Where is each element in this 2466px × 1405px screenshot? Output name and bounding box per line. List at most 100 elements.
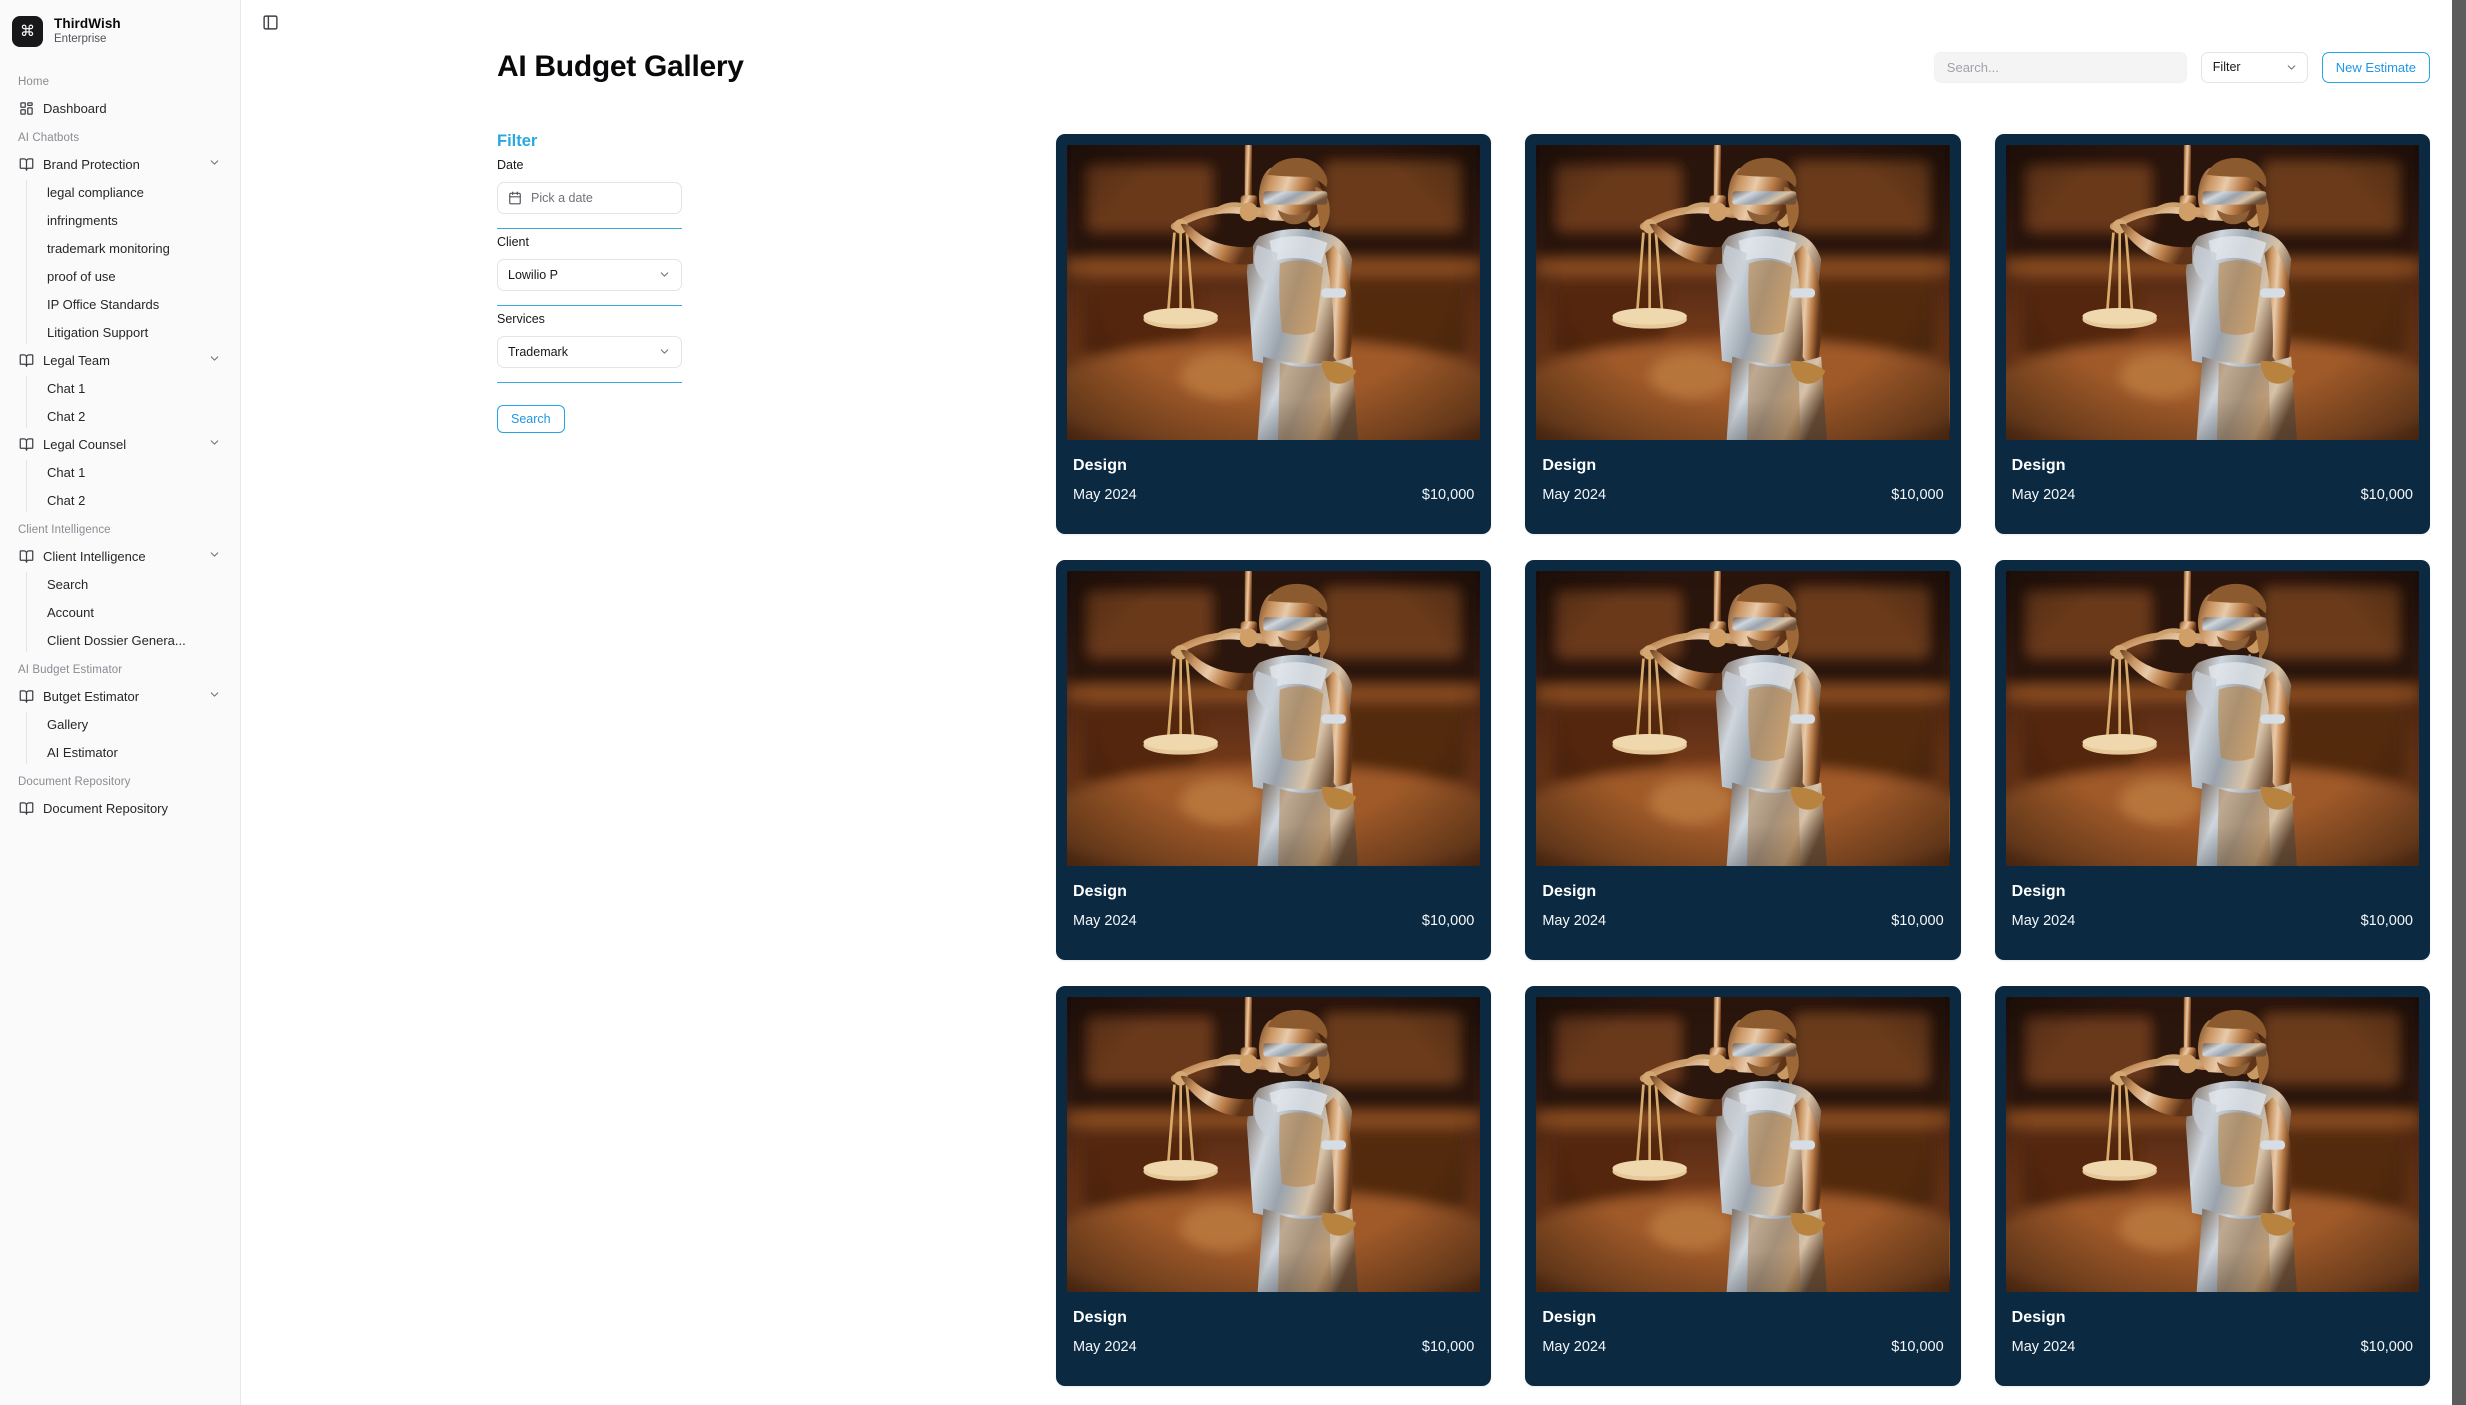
book-icon — [19, 689, 34, 704]
filter-dropdown[interactable]: Filter — [2200, 51, 2308, 83]
sidebar-subitem-ai-estimator[interactable]: AI Estimator — [40, 738, 228, 766]
sidebar-subitem-account[interactable]: Account — [40, 598, 228, 626]
client-select-value: Lowilio P — [508, 267, 559, 282]
sidebar-nav: Home Dashboard AI Chatbots Brand Protection… — [0, 52, 240, 822]
chevron-down-icon[interactable] — [208, 436, 221, 452]
client-label: Client — [497, 234, 529, 249]
card-date: May 2024 — [2011, 487, 2076, 503]
filter-divider — [497, 304, 682, 306]
sidebar-section-label: Client Intelligence — [18, 524, 111, 536]
card-thumbnail-image — [1536, 145, 1950, 440]
sidebar-subnav: Search Account Client Dossier Genera... — [26, 570, 228, 654]
services-select[interactable]: Trademark — [497, 335, 682, 368]
card-price: $10,000 — [1421, 487, 1475, 503]
filter-field-date: Date Pick a date — [497, 158, 682, 229]
sidebar-subitem-search[interactable]: Search — [40, 570, 228, 598]
new-estimate-button[interactable]: New Estimate — [2321, 51, 2430, 83]
page-title: AI Budget Gallery — [497, 50, 744, 83]
sidebar-item-client-intelligence[interactable]: Client Intelligence — [12, 542, 228, 570]
sidebar-subitem-chat-2[interactable]: Chat 2 — [40, 486, 228, 514]
sidebar-item-brand-protection[interactable]: Brand Protection — [12, 150, 228, 178]
filter-search-button[interactable]: Search — [497, 404, 565, 433]
gallery-card[interactable]: Design May 2024 $10,000 — [1994, 134, 2430, 534]
sidebar-item-legal-counsel[interactable]: Legal Counsel — [12, 430, 228, 458]
date-picker-input[interactable]: Pick a date — [497, 181, 682, 214]
main-content: AI Budget Gallery Filter New Estimate Fi… — [241, 0, 2466, 1405]
filter-field-services: Services Trademark — [497, 312, 682, 383]
card-meta: May 2024 $10,000 — [1542, 913, 1943, 929]
client-select[interactable]: Lowilio P — [497, 258, 682, 291]
filter-panel-heading: Filter — [497, 132, 538, 150]
sidebar-subitem-litigation-support[interactable]: Litigation Support — [40, 318, 228, 346]
sidebar-item-label: Client Intelligence — [43, 548, 146, 564]
sidebar-subitem-chat-2[interactable]: Chat 2 — [40, 402, 228, 430]
sidebar-section-label: AI Chatbots — [18, 132, 80, 144]
sidebar-item-butget-estimator[interactable]: Butget Estimator — [12, 682, 228, 710]
gallery-card[interactable]: Design May 2024 $10,000 — [1994, 560, 2430, 960]
sidebar-item-dashboard[interactable]: Dashboard — [12, 94, 228, 122]
card-date: May 2024 — [1542, 913, 1607, 929]
command-glyph: ⌘ — [20, 22, 35, 40]
gallery-card[interactable]: Design May 2024 $10,000 — [1056, 986, 1492, 1386]
sidebar-subitem-trademark-monitoring[interactable]: trademark monitoring — [40, 234, 228, 262]
card-thumbnail-image — [1067, 997, 1481, 1292]
card-meta: May 2024 $10,000 — [2012, 487, 2413, 503]
card-title: Design — [2011, 457, 2066, 474]
card-price: $10,000 — [1421, 913, 1475, 929]
sidebar-item-label: Document Repository — [43, 800, 168, 816]
header-actions: Filter New Estimate — [1933, 51, 2430, 83]
card-price: $10,000 — [2360, 1339, 2413, 1355]
date-label: Date — [497, 157, 524, 172]
card-meta: May 2024 $10,000 — [2012, 913, 2413, 929]
gallery-card[interactable]: Design May 2024 $10,000 — [1525, 560, 1961, 960]
gallery-card[interactable]: Design May 2024 $10,000 — [1525, 134, 1961, 534]
sidebar-item-label: Legal Team — [43, 352, 110, 368]
sidebar-subitem-chat-1[interactable]: Chat 1 — [40, 374, 228, 402]
search-input[interactable] — [1933, 51, 2187, 83]
sidebar-subitem-client-dossier-genera[interactable]: Client Dossier Genera... — [40, 626, 228, 654]
sidebar-subitem-chat-1[interactable]: Chat 1 — [40, 458, 228, 486]
chevron-down-icon — [2287, 64, 2296, 70]
gallery-card[interactable]: Design May 2024 $10,000 — [1056, 560, 1492, 960]
sidebar-section-label: Document Repository — [18, 776, 131, 788]
card-date: May 2024 — [1073, 913, 1137, 929]
panel-left-icon[interactable] — [259, 11, 281, 33]
chevron-down-icon[interactable] — [208, 156, 221, 172]
brand-header[interactable]: ⌘ ThirdWish Enterprise — [0, 0, 240, 52]
sidebar-subitem-proof-of-use[interactable]: proof of use — [40, 262, 228, 290]
book-icon — [19, 801, 34, 816]
page-scrollbar-track[interactable] — [2452, 0, 2466, 1405]
sidebar-subitem-ip-office-standards[interactable]: IP Office Standards — [40, 290, 228, 318]
card-date: May 2024 — [1542, 1339, 1607, 1355]
gallery-card[interactable]: Design May 2024 $10,000 — [1056, 134, 1492, 534]
card-title: Design — [2011, 883, 2066, 900]
card-title: Design — [2011, 1309, 2066, 1326]
gallery-grid: Design May 2024 $10,000 Design May 2024 $10,0… — [1056, 134, 2430, 1405]
card-date: May 2024 — [2011, 1339, 2076, 1355]
chevron-down-icon[interactable] — [208, 688, 221, 704]
app-root: ⌘ ThirdWish Enterprise Home Dashboard AI C… — [0, 0, 2466, 1405]
sidebar-item-document-repository[interactable]: Document Repository — [12, 794, 228, 822]
card-price: $10,000 — [2360, 487, 2413, 503]
page-header: AI Budget Gallery Filter New Estimate — [497, 50, 2430, 84]
gallery-card[interactable]: Design May 2024 $10,000 — [1994, 986, 2430, 1386]
brand-plan: Enterprise — [54, 32, 107, 45]
chevron-down-icon[interactable] — [208, 548, 221, 564]
filter-dropdown-label: Filter — [2212, 60, 2241, 74]
sidebar-item-legal-team[interactable]: Legal Team — [12, 346, 228, 374]
card-meta: May 2024 $10,000 — [1542, 487, 1943, 503]
sidebar-subnav: Chat 1 Chat 2 — [26, 374, 228, 430]
sidebar-item-label: Brand Protection — [43, 156, 140, 172]
chevron-down-icon[interactable] — [208, 352, 221, 368]
sidebar-subitem-gallery[interactable]: Gallery — [40, 710, 228, 738]
gallery-card[interactable]: Design May 2024 $10,000 — [1525, 986, 1961, 1386]
brand-name: ThirdWish — [54, 15, 121, 31]
card-thumbnail-image — [2005, 145, 2419, 440]
page-scrollbar-thumb[interactable] — [2452, 0, 2466, 1405]
brand-text: ThirdWish Enterprise — [54, 16, 121, 46]
sidebar-subitem-infringments[interactable]: infringments — [40, 206, 228, 234]
sidebar-subitem-legal-compliance[interactable]: legal compliance — [40, 178, 228, 206]
grid-icon — [19, 101, 34, 116]
card-title: Design — [1073, 457, 1127, 474]
book-icon — [19, 437, 34, 452]
